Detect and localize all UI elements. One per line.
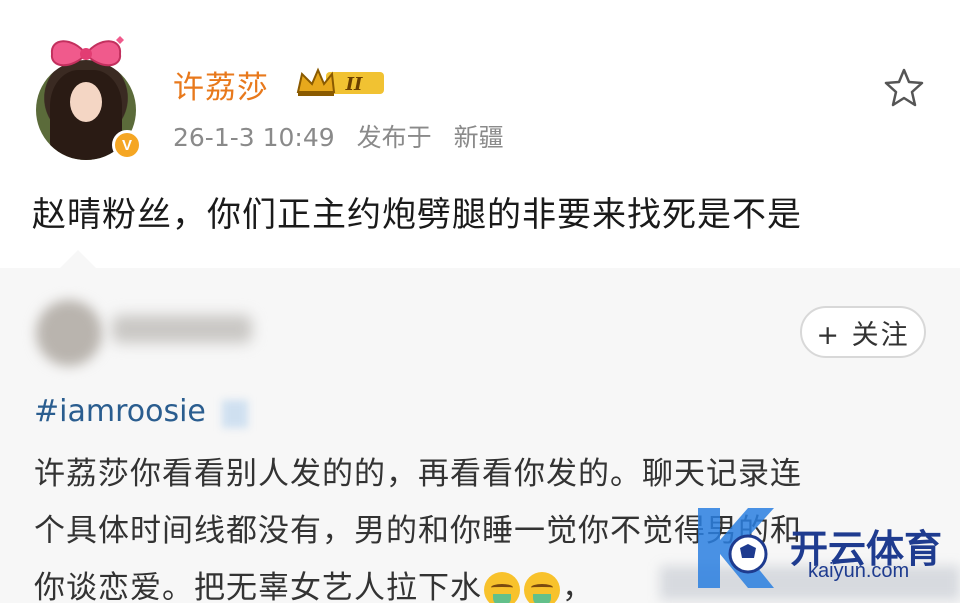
blurred-username[interactable] bbox=[112, 315, 252, 343]
user-avatar-group[interactable]: V bbox=[30, 30, 142, 160]
bow-decoration-icon bbox=[50, 36, 124, 67]
post-meta: 26-1-3 10:49 发布于 新疆 bbox=[173, 118, 518, 154]
location: 新疆 bbox=[453, 123, 504, 152]
vomit-emoji-icon bbox=[484, 571, 520, 603]
kaiyun-logo-icon bbox=[698, 508, 774, 588]
repost-pointer bbox=[60, 250, 96, 268]
published-label: 发布于 bbox=[356, 123, 432, 152]
vomit-emoji-icon bbox=[524, 571, 560, 603]
watermark: 开云体育 kaiyun.com bbox=[690, 500, 960, 603]
repost-line-3-tail: ， bbox=[562, 570, 594, 603]
follow-button[interactable]: + 关注 bbox=[800, 306, 926, 358]
verified-badge-icon: V bbox=[112, 130, 142, 160]
repost-line-1: 许荔莎你看看别人发的的，再看看你发的。聊天记录连 bbox=[34, 456, 802, 492]
favorite-star-icon[interactable] bbox=[882, 66, 926, 110]
timestamp: 26-1-3 10:49 bbox=[173, 123, 335, 152]
hashtag-blur bbox=[222, 400, 248, 428]
watermark-url: kaiyun.com bbox=[808, 560, 910, 582]
original-post: V 许荔莎 II 26-1-3 10:49 发布于 新疆 赵晴粉丝，你们正主约炮… bbox=[0, 0, 960, 268]
hashtag-link[interactable]: #iamroosie bbox=[34, 394, 206, 429]
blurred-avatar[interactable] bbox=[36, 300, 102, 366]
member-level-badge-icon: II bbox=[296, 67, 384, 96]
post-body-text: 赵晴粉丝，你们正主约炮劈腿的非要来找死是不是 bbox=[32, 195, 802, 235]
repost-line-3-text: 你谈恋爱。把无辜女艺人拉下水 bbox=[34, 570, 482, 603]
level-text: II bbox=[345, 74, 363, 95]
username[interactable]: 许荔莎 bbox=[173, 62, 269, 107]
